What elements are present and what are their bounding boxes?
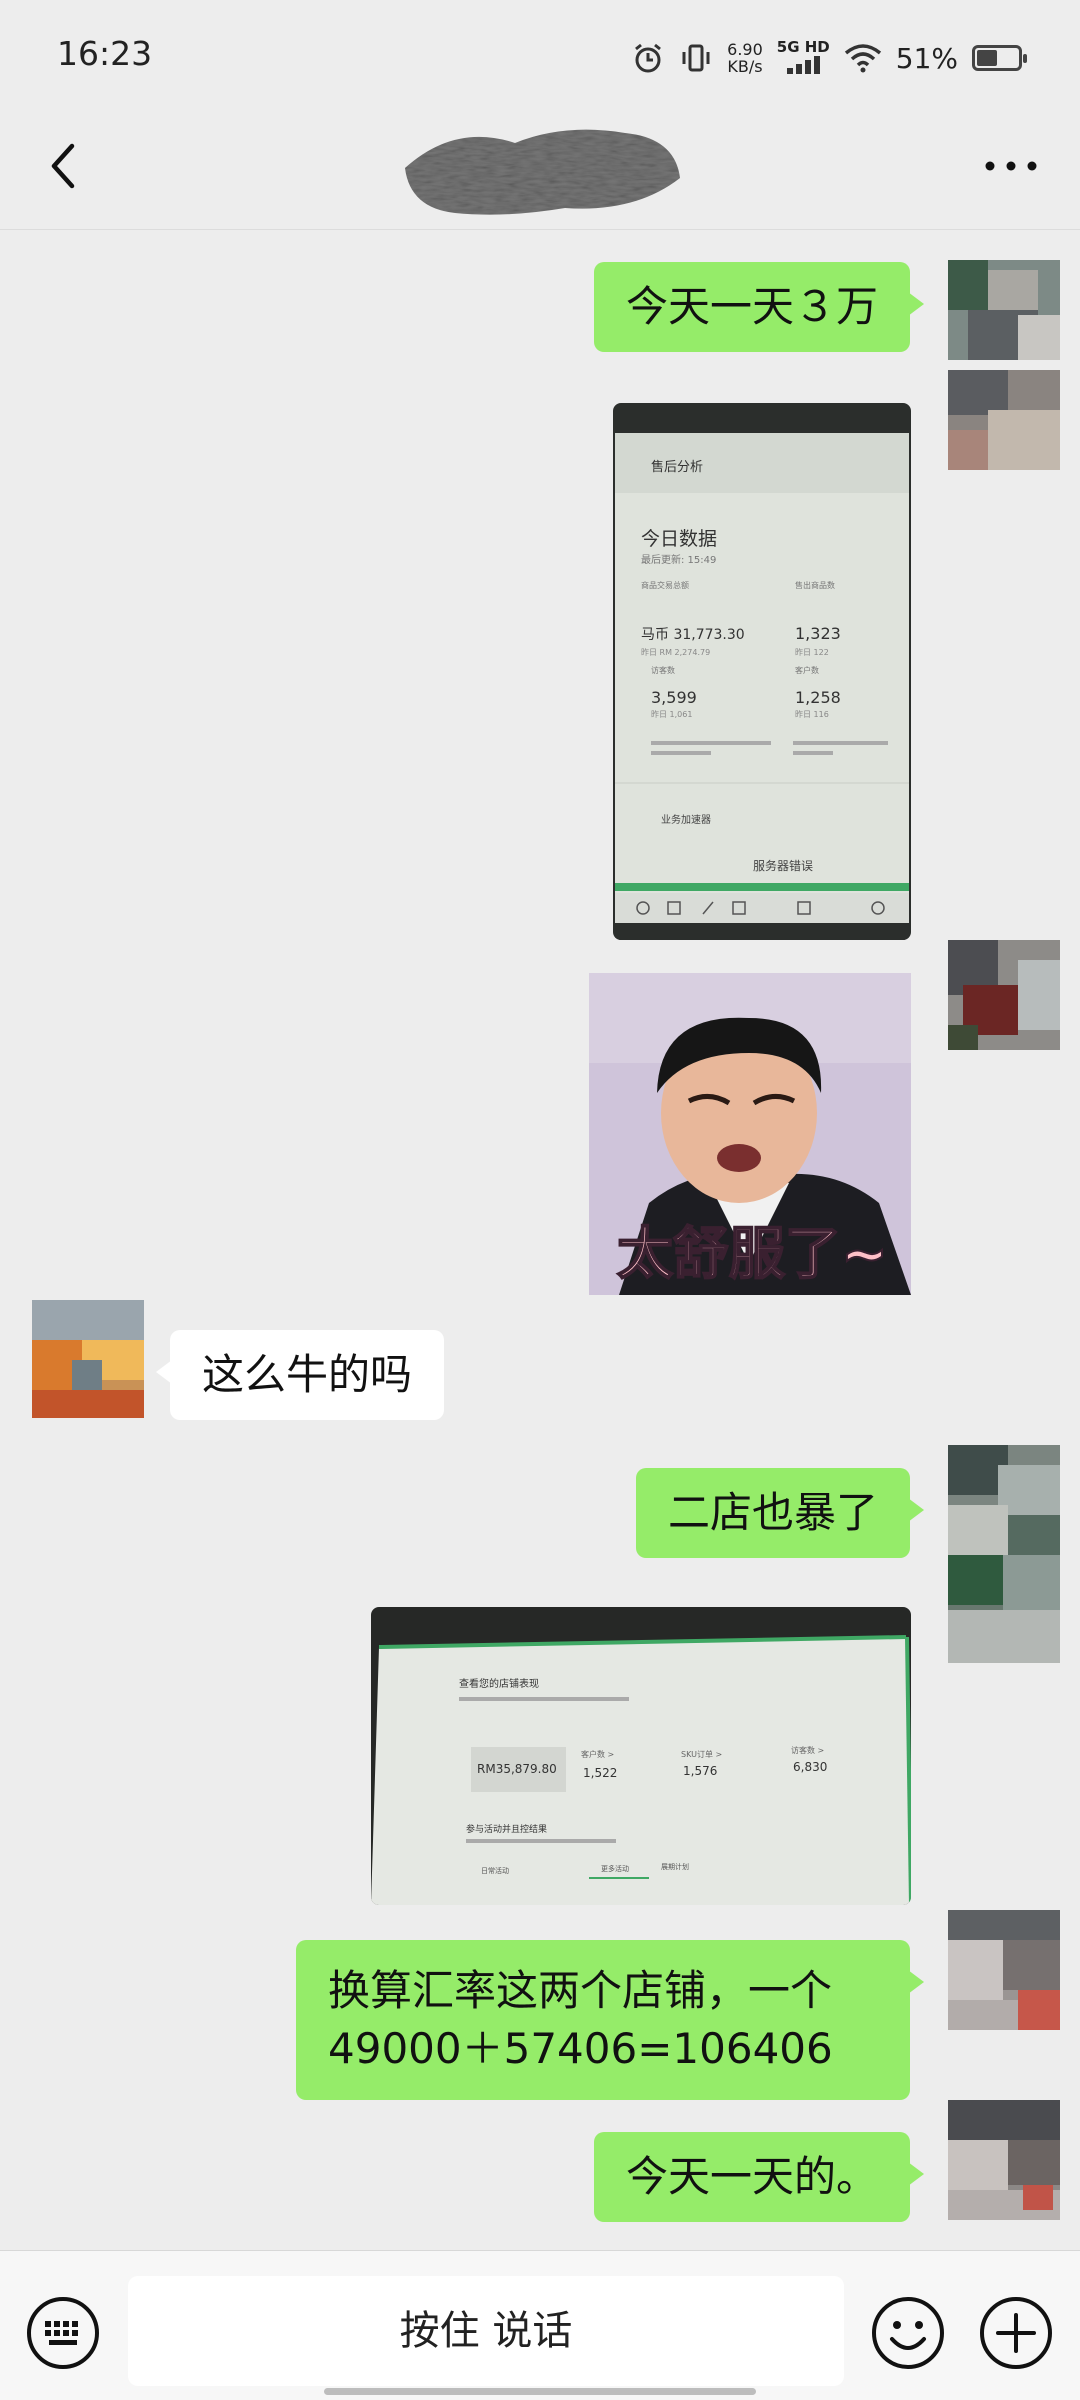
input-bar: 按住 说话 [0, 2250, 1080, 2400]
photo2-title: 查看您的店铺表现 [459, 1677, 539, 1690]
photo2-tab1: 日常活动 [481, 1866, 509, 1875]
photo2-sku-label: SKU订单 > [681, 1749, 722, 1759]
cell-signal: 5G HD [776, 37, 830, 78]
chat-header [0, 110, 1080, 230]
photo2-customers-value: 1,522 [583, 1766, 617, 1780]
vibrate-icon [682, 44, 710, 72]
battery-percent: 51% [895, 41, 958, 75]
sticker-message[interactable]: 太舒服了~ [589, 973, 911, 1295]
keyboard-icon[interactable] [25, 2295, 101, 2371]
contact-name-censored [405, 129, 680, 215]
photo2-gmv: RM35,879.80 [477, 1762, 557, 1776]
emoji-icon[interactable] [870, 2295, 946, 2371]
status-time: 16:23 [57, 34, 153, 73]
alarm-icon [635, 43, 662, 73]
photo1-footer1: 业务加速器 [661, 813, 711, 826]
photo1-updated: 最后更新: 15:49 [641, 553, 716, 566]
battery-icon [972, 45, 1027, 71]
message-bubble-outgoing[interactable]: 换算汇率这两个店铺，一个49000＋57406=106406 [296, 1940, 924, 2100]
home-indicator[interactable] [324, 2388, 756, 2395]
hold-to-talk-button[interactable]: 按住 说话 [128, 2276, 844, 2386]
photo1-customers-label: 客户数 [795, 665, 819, 675]
photo1-gmv-label: 商品交易总额 [641, 580, 689, 590]
photo1-sold-prev: 昨日 122 [795, 647, 829, 657]
status-icons: 6.90 KB/s 5G HD 51% [631, 34, 1027, 82]
photo2-section: 参与活动并且控结果 [466, 1823, 547, 1835]
photo1-customers-prev: 昨日 116 [795, 709, 829, 719]
message-list[interactable]: 今天一天３万 售后分析 今日数据 最后更新: 15:49 商品交易总额 马币 3… [0, 230, 1080, 2250]
photo1-sold-label: 售出商品数 [795, 580, 835, 590]
photo2-tab3: 展期计划 [661, 1862, 689, 1871]
photo1-visitors-prev: 昨日 1,061 [651, 709, 692, 719]
photo1-footer2: 服务器错误 [753, 858, 813, 873]
photo1-title: 今日数据 [641, 528, 717, 550]
message-bubble-outgoing[interactable]: 二店也暴了 [635, 1468, 925, 1558]
plus-circle-icon[interactable] [978, 2295, 1054, 2371]
battery-fill [977, 50, 998, 66]
photo-message[interactable]: 售后分析 今日数据 最后更新: 15:49 商品交易总额 马币 31,773.3… [613, 403, 911, 940]
chevron-left-icon[interactable] [34, 136, 94, 196]
photo1-visitors-value: 3,599 [651, 688, 697, 707]
net-speed: 6.90 KB/s [727, 41, 763, 75]
my-avatar[interactable] [948, 940, 1060, 1050]
photo1-sold-value: 1,323 [795, 624, 841, 643]
my-avatar[interactable] [948, 260, 1060, 360]
photo1-gmv-prev: 昨日 RM 2,274.79 [641, 647, 710, 657]
net-speed-value: 6.90 [727, 40, 763, 59]
my-avatar-blur-extension [948, 370, 1060, 470]
photo2-visitors-label: 访客数 > [791, 1745, 824, 1755]
wifi-icon [844, 44, 881, 73]
photo2-visitors-value: 6,830 [793, 1760, 827, 1774]
message-bubble-outgoing[interactable]: 今天一天３万 [593, 262, 925, 352]
my-avatar-blur-extension [948, 1555, 1060, 1663]
photo-message[interactable]: 查看您的店铺表现 RM35,879.80 客户数 > 1,522 SKU订单 >… [371, 1607, 911, 1905]
photo2-customers-label: 客户数 > [581, 1749, 614, 1759]
my-avatar[interactable] [948, 2100, 1060, 2220]
signal-bars-icon [787, 55, 821, 74]
status-bar: 16:23 6.90 KB/s 5G HD 51% [0, 0, 1080, 110]
message-bubble-incoming[interactable]: 这么牛的吗 [155, 1330, 445, 1420]
message-bubble-outgoing[interactable]: 今天一天的。 [593, 2132, 925, 2222]
photo2-tab2: 更多活动 [601, 1864, 629, 1873]
photo1-heading: 售后分析 [651, 459, 703, 475]
signal-label: 5G HD [776, 37, 830, 56]
sticker-caption: 太舒服了~ [617, 1222, 888, 1287]
photo1-visitors-label: 访客数 [651, 665, 675, 675]
contact-avatar[interactable] [32, 1300, 144, 1418]
photo1-customers-value: 1,258 [795, 688, 841, 707]
my-avatar[interactable] [948, 1445, 1060, 1555]
net-speed-unit: KB/s [727, 57, 763, 76]
my-avatar[interactable] [948, 1910, 1060, 2030]
photo1-gmv-value: 马币 31,773.30 [641, 627, 745, 643]
more-dots-icon[interactable] [976, 136, 1046, 196]
photo2-sku-value: 1,576 [683, 1764, 717, 1778]
